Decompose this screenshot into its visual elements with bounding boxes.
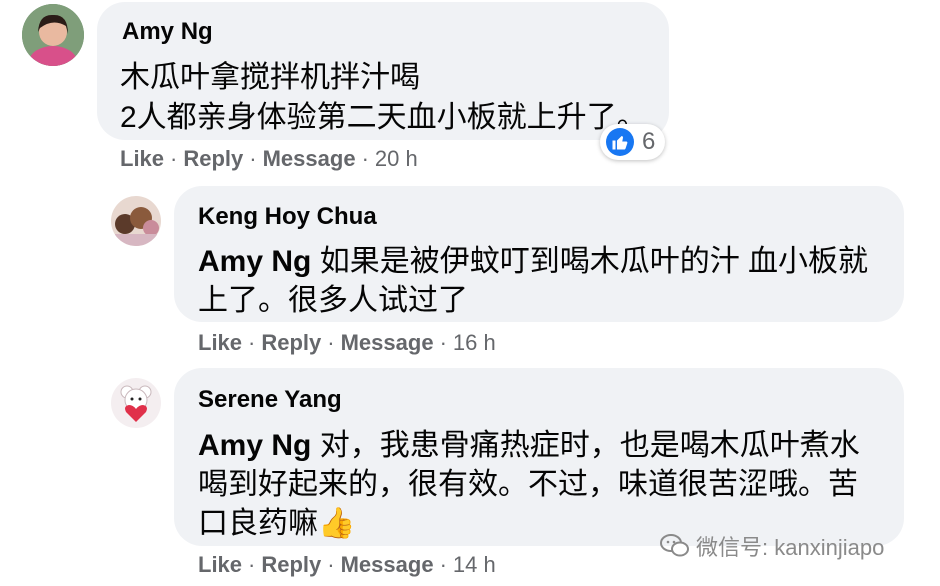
comment-text: Amy Ng 对，我患骨痛热症时，也是喝木瓜叶煮水: [198, 429, 860, 462]
comment-text: 2人都亲身体验第二天血小板就上升了。: [120, 101, 647, 134]
separator: ·: [361, 146, 369, 171]
reaction-summary[interactable]: 6: [600, 124, 666, 160]
separator: ·: [249, 146, 257, 171]
woman-portrait-avatar-icon: [22, 4, 84, 66]
separator: ·: [439, 330, 447, 355]
stuffed-toys-avatar-icon: [111, 196, 161, 246]
separator: ·: [248, 330, 256, 355]
avatar[interactable]: [111, 378, 161, 428]
comment-actions: Like · Reply · Message · 16 h: [198, 330, 496, 356]
comment-author[interactable]: Serene Yang: [198, 386, 342, 414]
separator: ·: [170, 146, 178, 171]
reply-button[interactable]: Reply: [261, 552, 321, 577]
reaction-count: 6: [642, 128, 656, 155]
like-button[interactable]: Like: [198, 552, 242, 577]
comment-text: 口良药嘛👍: [198, 507, 356, 540]
comment-author[interactable]: Keng Hoy Chua: [198, 203, 377, 231]
mention-link[interactable]: Amy Ng: [198, 429, 311, 462]
watermark-text: 微信号: kanxinjiapo: [696, 535, 885, 560]
comment-actions: Like · Reply · Message · 20 h: [120, 146, 418, 172]
comment-author[interactable]: Amy Ng: [122, 18, 213, 46]
reply-button[interactable]: Reply: [261, 330, 321, 355]
thumbs-up-icon: [606, 128, 634, 156]
message-button[interactable]: Message: [263, 146, 356, 171]
timestamp[interactable]: 20 h: [375, 146, 418, 171]
message-button[interactable]: Message: [341, 330, 434, 355]
comment-text: 上了。很多人试过了: [198, 284, 468, 317]
avatar[interactable]: [111, 196, 161, 246]
message-button[interactable]: Message: [341, 552, 434, 577]
avatar[interactable]: [22, 4, 84, 66]
separator: ·: [327, 330, 335, 355]
separator: ·: [439, 552, 447, 577]
comment-text: Amy Ng 如果是被伊蚊叮到喝木瓜叶的汁 血小板就: [198, 245, 869, 278]
comment-text: 喝到好起来的，很有效。不过，味道很苦涩哦。苦: [198, 468, 858, 501]
wechat-icon: [660, 534, 689, 557]
like-button[interactable]: Like: [198, 330, 242, 355]
comment-text: 木瓜叶拿搅拌机拌汁喝: [120, 61, 420, 94]
teddy-bear-heart-avatar-icon: [111, 378, 161, 428]
watermark: 微信号: kanxinjiapo: [660, 530, 884, 562]
thumbs-up-emoji: 👍: [318, 507, 356, 540]
timestamp[interactable]: 14 h: [453, 552, 496, 577]
timestamp[interactable]: 16 h: [453, 330, 496, 355]
like-button[interactable]: Like: [120, 146, 164, 171]
reply-button[interactable]: Reply: [183, 146, 243, 171]
comment-actions: Like · Reply · Message · 14 h: [198, 552, 496, 578]
mention-link[interactable]: Amy Ng: [198, 245, 311, 278]
separator: ·: [248, 552, 256, 577]
separator: ·: [327, 552, 335, 577]
